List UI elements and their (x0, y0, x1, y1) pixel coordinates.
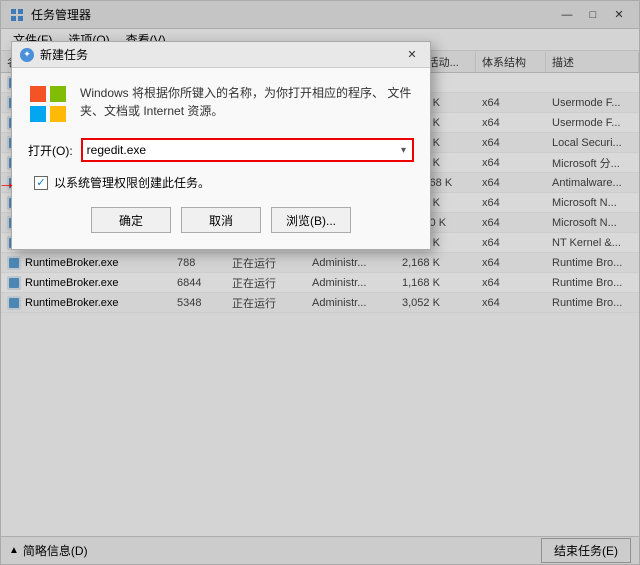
windows-logo-icon (28, 84, 68, 124)
dialog-body: Windows 将根据你所键入的名称，为你打开相应的程序、 文件夹、文档或 In… (12, 68, 430, 249)
dialog-open-label: 打开(O): (28, 142, 73, 159)
checkbox-check-icon: ✓ (36, 176, 45, 189)
dialog-dropdown-button[interactable]: ▾ (399, 145, 408, 156)
dialog-input[interactable] (87, 143, 399, 157)
dialog-checkbox[interactable]: ✓ (34, 176, 48, 190)
dialog-browse-button[interactable]: 浏览(B)... (271, 207, 351, 233)
dialog-cancel-button[interactable]: 取消 (181, 207, 261, 233)
dialog-title-text: 新建任务 (40, 46, 402, 63)
dialog-close-button[interactable]: ✕ (402, 46, 422, 64)
dialog-open-row: 打开(O): ▾ (28, 138, 414, 162)
dialog-confirm-button[interactable]: 确定 (91, 207, 171, 233)
dialog-description: Windows 将根据你所键入的名称，为你打开相应的程序、 文件夹、文档或 In… (80, 84, 414, 120)
dialog-title-bar: ✦ 新建任务 ✕ (12, 42, 430, 68)
dialog-title-icon: ✦ (20, 48, 34, 62)
red-arrow-icon: → (0, 172, 16, 193)
new-task-dialog: ✦ 新建任务 ✕ Window (11, 41, 431, 250)
dialog-overlay: ✦ 新建任务 ✕ Window (1, 1, 639, 564)
dialog-buttons: 确定 取消 浏览(B)... (28, 207, 414, 233)
dialog-checkbox-label: 以系统管理权限创建此任务。 (54, 174, 210, 191)
dialog-input-wrapper: ▾ (81, 138, 414, 162)
task-manager-window: 任务管理器 — □ ✕ 文件(F) 选项(O) 查看(V) 名称 PID 状态 … (0, 0, 640, 565)
dialog-header-area: Windows 将根据你所键入的名称，为你打开相应的程序、 文件夹、文档或 In… (28, 84, 414, 124)
dialog-checkbox-row: → ✓ 以系统管理权限创建此任务。 (28, 174, 414, 191)
